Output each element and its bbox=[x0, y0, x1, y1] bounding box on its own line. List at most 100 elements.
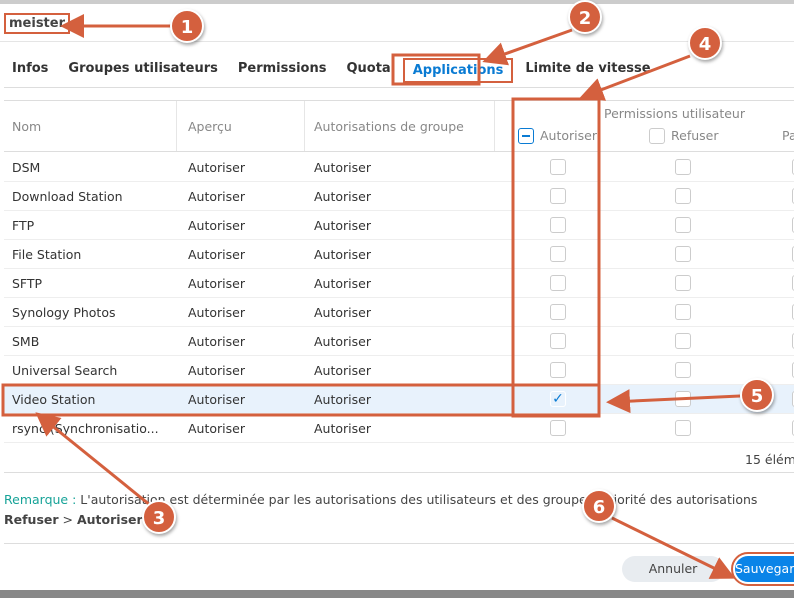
allow-checkbox[interactable]: ✓ bbox=[550, 391, 566, 407]
table-row[interactable]: Download Station Autoriser Autoriser bbox=[4, 182, 794, 211]
table-row[interactable]: Synology Photos Autoriser Autoriser bbox=[4, 298, 794, 327]
allow-checkbox[interactable] bbox=[550, 362, 566, 378]
col-sep bbox=[304, 101, 305, 151]
remark-label: Remarque : bbox=[4, 492, 77, 507]
divider bbox=[0, 41, 794, 42]
arrow-2 bbox=[482, 28, 573, 66]
app-name: Universal Search bbox=[12, 363, 118, 378]
allow-checkbox[interactable] bbox=[550, 217, 566, 233]
table-row[interactable]: FTP Autoriser Autoriser bbox=[4, 211, 794, 240]
item-count: 15 élém bbox=[745, 452, 794, 467]
deny-checkbox[interactable] bbox=[675, 188, 691, 204]
col-allow: Autoriser bbox=[540, 128, 597, 143]
divider bbox=[4, 87, 794, 88]
priority-sep: > bbox=[62, 512, 73, 527]
col-third: Pa bbox=[782, 128, 794, 143]
table-row[interactable]: Universal Search Autoriser Autoriser bbox=[4, 356, 794, 385]
dialog-title: meister bbox=[4, 13, 70, 34]
app-name: Video Station bbox=[12, 392, 96, 407]
col-name[interactable]: Nom bbox=[12, 119, 41, 134]
allow-all-checkbox[interactable] bbox=[518, 128, 534, 144]
app-group-permission: Autoriser bbox=[314, 189, 371, 204]
app-name: rsync (Synchronisatio... bbox=[12, 421, 159, 436]
deny-checkbox[interactable] bbox=[675, 420, 691, 436]
table-row[interactable]: DSM Autoriser Autoriser bbox=[4, 153, 794, 182]
app-name: DSM bbox=[12, 160, 41, 175]
cancel-button[interactable]: Annuler bbox=[622, 556, 724, 582]
table-row[interactable]: SFTP Autoriser Autoriser bbox=[4, 269, 794, 298]
table-row[interactable]: SMB Autoriser Autoriser bbox=[4, 327, 794, 356]
tab-infos[interactable]: Infos bbox=[4, 58, 56, 83]
app-name: FTP bbox=[12, 218, 35, 233]
window-bottom bbox=[0, 590, 794, 598]
app-preview: Autoriser bbox=[188, 392, 245, 407]
tab-limite-de-vitesse[interactable]: Limite de vitesse bbox=[517, 58, 658, 83]
app-preview: Autoriser bbox=[188, 276, 245, 291]
col-group[interactable]: Autorisations de groupe bbox=[314, 119, 464, 134]
app-group-permission: Autoriser bbox=[314, 160, 371, 175]
app-group-permission: Autoriser bbox=[314, 276, 371, 291]
table-row[interactable]: rsync (Synchronisatio... Autoriser Autor… bbox=[4, 414, 794, 443]
app-preview: Autoriser bbox=[188, 421, 245, 436]
app-preview: Autoriser bbox=[188, 305, 245, 320]
divider bbox=[4, 472, 794, 473]
deny-all-checkbox[interactable] bbox=[649, 128, 665, 144]
annotation-badge-1: 1 bbox=[170, 9, 204, 43]
app-group-permission: Autoriser bbox=[314, 421, 371, 436]
app-preview: Autoriser bbox=[188, 160, 245, 175]
deny-checkbox[interactable] bbox=[675, 159, 691, 175]
annotation-badge-5: 5 bbox=[740, 378, 774, 412]
app-name: File Station bbox=[12, 247, 82, 262]
annotation-badge-2: 2 bbox=[568, 0, 602, 34]
remark-text: L'autorisation est déterminée par les au… bbox=[80, 492, 758, 507]
priority-allow: Autoriser bbox=[76, 512, 143, 527]
deny-checkbox[interactable] bbox=[675, 304, 691, 320]
app-name: Download Station bbox=[12, 189, 123, 204]
app-name: Synology Photos bbox=[12, 305, 116, 320]
deny-checkbox[interactable] bbox=[675, 391, 691, 407]
tab-bar: Infos Groupes utilisateurs Permissions Quot… bbox=[4, 58, 663, 83]
app-group-permission: Autoriser bbox=[314, 218, 371, 233]
remark: Remarque : L'autorisation est déterminée… bbox=[4, 490, 757, 530]
allow-checkbox[interactable] bbox=[550, 159, 566, 175]
app-preview: Autoriser bbox=[188, 334, 245, 349]
tab-permissions[interactable]: Permissions bbox=[230, 58, 335, 83]
deny-checkbox[interactable] bbox=[675, 333, 691, 349]
allow-checkbox[interactable] bbox=[550, 333, 566, 349]
allow-checkbox[interactable] bbox=[550, 420, 566, 436]
annotation-badge-6: 6 bbox=[582, 489, 616, 523]
col-preview[interactable]: Aperçu bbox=[188, 119, 232, 134]
allow-checkbox[interactable] bbox=[550, 275, 566, 291]
app-name: SFTP bbox=[12, 276, 43, 291]
deny-checkbox[interactable] bbox=[675, 275, 691, 291]
app-group-permission: Autoriser bbox=[314, 305, 371, 320]
deny-checkbox[interactable] bbox=[675, 246, 691, 262]
annotation-badge-3: 3 bbox=[142, 500, 176, 534]
col-user-perms: Permissions utilisateur bbox=[604, 106, 745, 121]
allow-checkbox[interactable] bbox=[550, 188, 566, 204]
tab-groupes-utilisateurs[interactable]: Groupes utilisateurs bbox=[60, 58, 225, 83]
priority-deny: Refuser bbox=[4, 512, 59, 527]
app-preview: Autoriser bbox=[188, 189, 245, 204]
app-group-permission: Autoriser bbox=[314, 363, 371, 378]
col-deny: Refuser bbox=[671, 128, 719, 143]
tab-quota[interactable]: Quota bbox=[338, 58, 398, 83]
app-group-permission: Autoriser bbox=[314, 392, 371, 407]
divider bbox=[4, 543, 794, 544]
allow-checkbox[interactable] bbox=[550, 246, 566, 262]
tab-applications[interactable]: Applications bbox=[402, 58, 514, 83]
annotation-badge-4: 4 bbox=[688, 26, 722, 60]
save-button[interactable]: Sauvegarder bbox=[731, 552, 794, 586]
app-preview: Autoriser bbox=[188, 247, 245, 262]
app-preview: Autoriser bbox=[188, 363, 245, 378]
deny-checkbox[interactable] bbox=[675, 362, 691, 378]
table-row[interactable]: Video Station Autoriser Autoriser ✓ bbox=[4, 385, 794, 414]
deny-checkbox[interactable] bbox=[675, 217, 691, 233]
app-name: SMB bbox=[12, 334, 40, 349]
table-row[interactable]: File Station Autoriser Autoriser bbox=[4, 240, 794, 269]
app-preview: Autoriser bbox=[188, 218, 245, 233]
col-sep bbox=[176, 101, 177, 151]
col-sep bbox=[494, 101, 495, 151]
table-header: Nom Aperçu Autorisations de groupe Permi… bbox=[4, 100, 794, 152]
allow-checkbox[interactable] bbox=[550, 304, 566, 320]
